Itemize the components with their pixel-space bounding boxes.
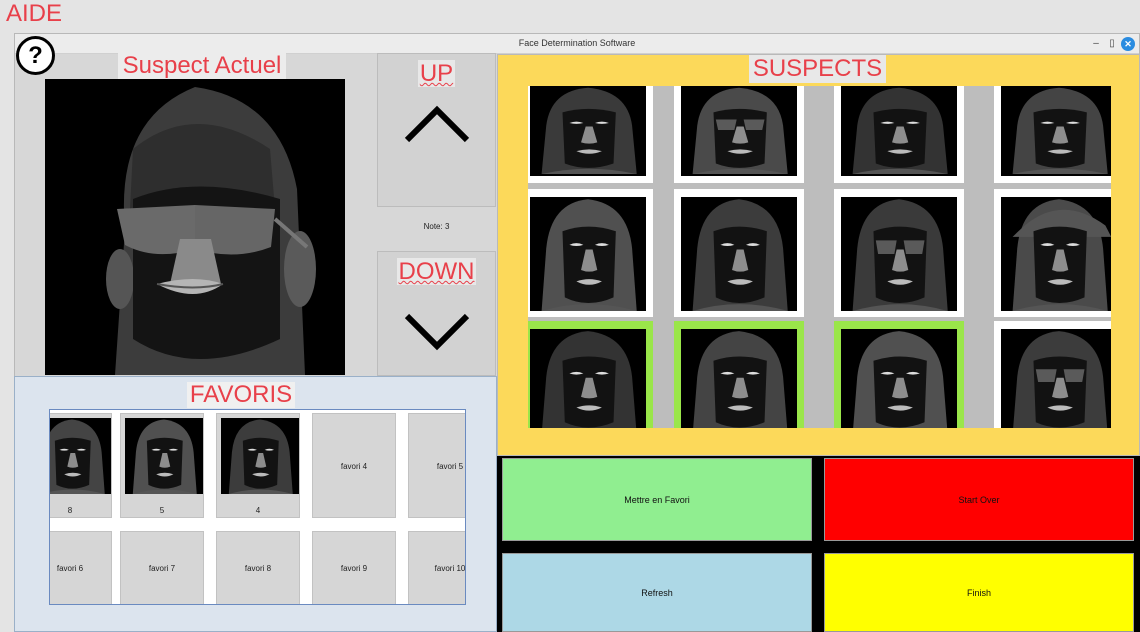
up-button-label: UP bbox=[417, 60, 456, 87]
favori-slot[interactable]: favori 10 bbox=[408, 531, 466, 604]
suspect-card[interactable] bbox=[994, 321, 1111, 428]
start-over-label: Start Over bbox=[958, 494, 1000, 505]
mettre-en-favori-label: Mettre en Favori bbox=[624, 494, 690, 505]
suspect-photo bbox=[841, 197, 957, 311]
minimize-button[interactable]: – bbox=[1089, 37, 1103, 51]
suspect-photo bbox=[530, 197, 646, 311]
chevron-down-icon bbox=[404, 313, 470, 351]
note-text: Note: 3 bbox=[423, 222, 450, 231]
favori-label: 8 bbox=[67, 506, 73, 515]
suspect-photo bbox=[841, 86, 957, 176]
suspect-card[interactable] bbox=[994, 189, 1111, 317]
suspect-card[interactable] bbox=[834, 321, 964, 428]
favori-label: favori 6 bbox=[56, 564, 84, 573]
favori-slot[interactable]: favori 5 bbox=[408, 413, 465, 518]
favori-label: favori 7 bbox=[148, 564, 176, 573]
mettre-en-favori-button[interactable]: Mettre en Favori bbox=[502, 458, 812, 541]
current-suspect-title: Suspect Actuel bbox=[118, 53, 286, 79]
favori-slot[interactable]: favori 7 bbox=[120, 531, 204, 604]
suspect-card[interactable] bbox=[528, 86, 653, 183]
finish-button[interactable]: Finish bbox=[824, 553, 1134, 632]
close-button[interactable]: ✕ bbox=[1121, 37, 1135, 51]
suspect-card[interactable] bbox=[994, 86, 1111, 183]
suspect-photo bbox=[1001, 197, 1111, 311]
suspect-card[interactable] bbox=[674, 189, 804, 317]
favoris-grid[interactable]: 8 5 4 favori 4 favori 5 favori 6 favori 7 favor… bbox=[49, 409, 466, 605]
action-area: Mettre en Favori Start Over Refresh Fini… bbox=[497, 456, 1140, 632]
favori-slot[interactable]: 5 bbox=[120, 413, 204, 518]
title-bar: Face Determination Software – ▯ ✕ bbox=[15, 34, 1139, 54]
suspect-photo bbox=[530, 86, 646, 176]
suspects-panel: SUSPECTS bbox=[497, 54, 1140, 456]
suspect-card[interactable] bbox=[834, 86, 964, 183]
window-title: Face Determination Software bbox=[518, 38, 636, 48]
maximize-button[interactable]: ▯ bbox=[1105, 37, 1119, 51]
suspect-card[interactable] bbox=[528, 321, 653, 428]
current-suspect-photo bbox=[45, 79, 345, 375]
favori-label: 5 bbox=[159, 506, 165, 515]
suspect-card[interactable] bbox=[834, 189, 964, 317]
favori-label: favori 8 bbox=[244, 564, 272, 573]
suspect-card[interactable] bbox=[674, 86, 804, 183]
up-button[interactable]: UP bbox=[377, 53, 496, 207]
suspect-photo bbox=[841, 329, 957, 428]
refresh-button[interactable]: Refresh bbox=[502, 553, 812, 632]
favori-slot[interactable]: favori 6 bbox=[50, 531, 112, 604]
suspect-card[interactable] bbox=[674, 321, 804, 428]
suspect-photo bbox=[1001, 329, 1111, 428]
favori-slot[interactable]: favori 8 bbox=[216, 531, 300, 604]
favori-slot[interactable]: favori 4 bbox=[312, 413, 396, 518]
favoris-panel: FAVORIS 8 5 4 favori 4 favori 5 favori 6 favor… bbox=[14, 376, 497, 632]
screen: AIDE Face Determination Software – ▯ ✕ ?… bbox=[0, 0, 1140, 632]
chevron-up-icon bbox=[404, 105, 470, 143]
favori-slot[interactable]: 4 bbox=[216, 413, 300, 518]
refresh-label: Refresh bbox=[641, 587, 673, 598]
favori-photo bbox=[125, 418, 203, 494]
favori-label: favori 4 bbox=[340, 461, 368, 471]
suspect-photo bbox=[681, 329, 797, 428]
suspect-photo bbox=[681, 197, 797, 311]
favori-label: 4 bbox=[255, 506, 261, 515]
help-icon[interactable]: ? bbox=[16, 36, 55, 75]
suspects-title: SUSPECTS bbox=[749, 55, 886, 83]
favori-slot[interactable]: 8 bbox=[50, 413, 112, 518]
favori-slot[interactable]: favori 9 bbox=[312, 531, 396, 604]
down-button-label: DOWN bbox=[396, 258, 477, 285]
suspects-grid[interactable] bbox=[528, 86, 1111, 428]
favori-label: favori 5 bbox=[436, 461, 464, 471]
suspect-card[interactable] bbox=[528, 189, 653, 317]
favori-label: favori 10 bbox=[434, 564, 466, 573]
favori-label: favori 9 bbox=[340, 564, 368, 573]
favori-photo bbox=[50, 418, 111, 494]
aide-label[interactable]: AIDE bbox=[6, 0, 62, 28]
favoris-title: FAVORIS bbox=[187, 382, 295, 408]
finish-label: Finish bbox=[966, 587, 991, 598]
favori-photo bbox=[221, 418, 299, 494]
start-over-button[interactable]: Start Over bbox=[824, 458, 1134, 541]
suspect-photo bbox=[530, 329, 646, 428]
suspect-photo bbox=[1001, 86, 1111, 176]
suspect-photo bbox=[681, 86, 797, 176]
down-button[interactable]: DOWN bbox=[377, 251, 496, 376]
